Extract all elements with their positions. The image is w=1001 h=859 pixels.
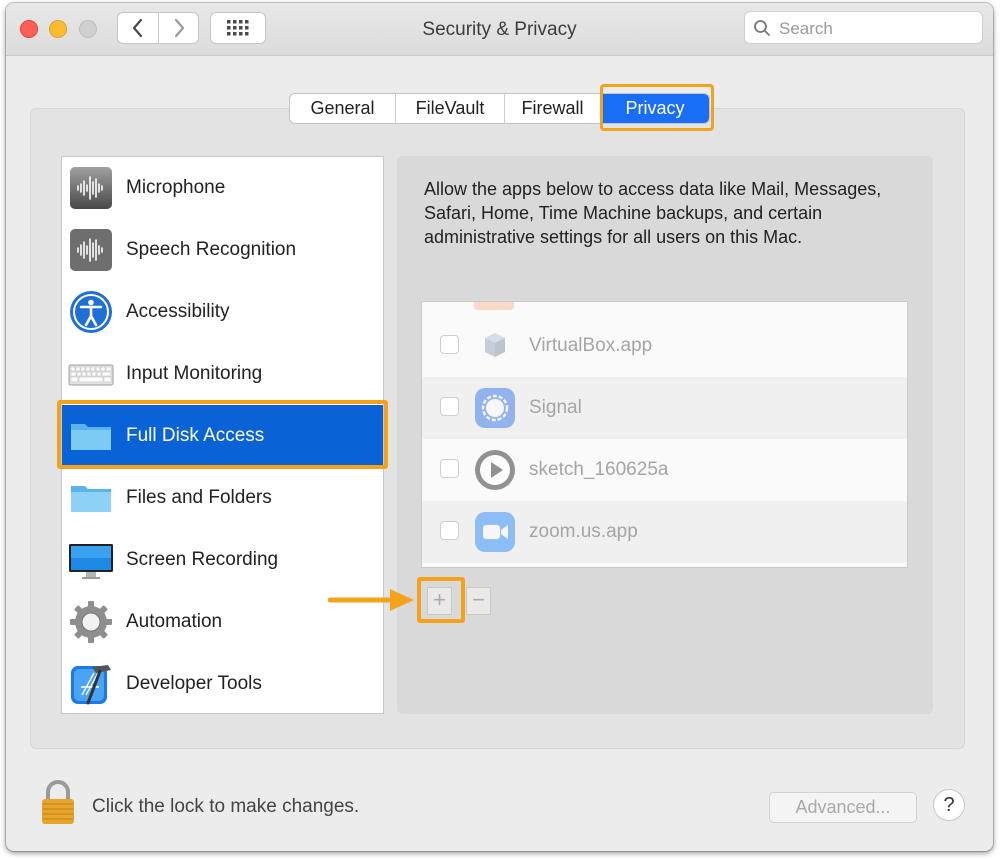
search-input[interactable] (777, 17, 977, 41)
app-name: VirtualBox.app (529, 335, 653, 356)
zoom-camera-icon (475, 512, 515, 552)
app-row-virtualbox: VirtualBox.app (422, 315, 907, 377)
title-bar: Security & Privacy (6, 3, 993, 56)
speech-waveform-icon (70, 229, 112, 271)
gear-icon (70, 601, 112, 643)
full-disk-access-highlight (57, 400, 388, 469)
tab-general[interactable]: General (290, 94, 396, 123)
sidebar-item-files-and-folders[interactable]: Files and Folders (62, 467, 383, 529)
arrow-annotation-icon (328, 589, 414, 611)
app-name: Signal (529, 397, 582, 418)
sidebar-item-label: Developer Tools (126, 673, 262, 694)
lock-status-text: Click the lock to make changes. (92, 796, 360, 817)
sidebar-item-developer-tools[interactable]: Developer Tools (62, 653, 383, 715)
app-checkbox[interactable] (440, 335, 459, 354)
sidebar-item-screen-recording[interactable]: Screen Recording (62, 529, 383, 591)
sidebar-item-microphone[interactable]: Microphone (62, 157, 383, 219)
lock-icon[interactable] (40, 780, 76, 826)
search-icon (753, 19, 771, 42)
advanced-button[interactable]: Advanced... (769, 792, 917, 823)
tab-firewall[interactable]: Firewall (505, 94, 601, 123)
app-row-zoom: zoom.us.app (422, 501, 907, 563)
remove-app-button[interactable]: − (466, 587, 491, 615)
search-field[interactable] (744, 11, 983, 44)
app-name: sketch_160625a (529, 459, 669, 480)
app-name: zoom.us.app (529, 521, 638, 542)
add-button-highlight (417, 577, 465, 623)
accessibility-icon (70, 291, 112, 333)
app-row-sketch: sketch_160625a (422, 439, 907, 501)
app-checkbox[interactable] (440, 397, 459, 416)
preferences-window: Security & Privacy General FileVault Fir… (6, 3, 993, 851)
app-checkbox[interactable] (440, 459, 459, 478)
description-text: Allow the apps below to access data like… (424, 179, 882, 247)
keyboard-icon (68, 364, 114, 386)
sidebar-item-accessibility[interactable]: Accessibility (62, 281, 383, 343)
signal-icon (475, 388, 515, 428)
sidebar-item-label: Input Monitoring (126, 363, 263, 384)
app-row-signal: Signal (422, 377, 907, 439)
sidebar-item-label: Automation (126, 611, 223, 632)
sidebar-item-label: Screen Recording (126, 549, 279, 570)
partial-app-icon (474, 302, 514, 310)
sidebar-item-label: Microphone (126, 177, 226, 198)
sidebar-item-label: Speech Recognition (126, 239, 297, 260)
help-button[interactable]: ? (933, 789, 965, 821)
sidebar-item-input-monitoring[interactable]: Input Monitoring (62, 343, 383, 405)
tab-filevault[interactable]: FileVault (396, 94, 505, 123)
privacy-tab-highlight (600, 84, 714, 131)
sidebar-item-speech-recognition[interactable]: Speech Recognition (62, 219, 383, 281)
processing-play-icon (475, 450, 515, 490)
xcode-icon (71, 665, 111, 705)
virtualbox-icon (485, 333, 505, 357)
folder-icon (71, 486, 111, 512)
app-checkbox[interactable] (440, 521, 459, 540)
app-list: VirtualBox.app Signal sketch_160625a zoo… (421, 301, 908, 568)
sidebar-item-label: Files and Folders (126, 487, 272, 508)
display-icon (69, 544, 113, 579)
microphone-waveform-icon (70, 167, 112, 209)
sidebar-item-label: Accessibility (126, 301, 230, 322)
